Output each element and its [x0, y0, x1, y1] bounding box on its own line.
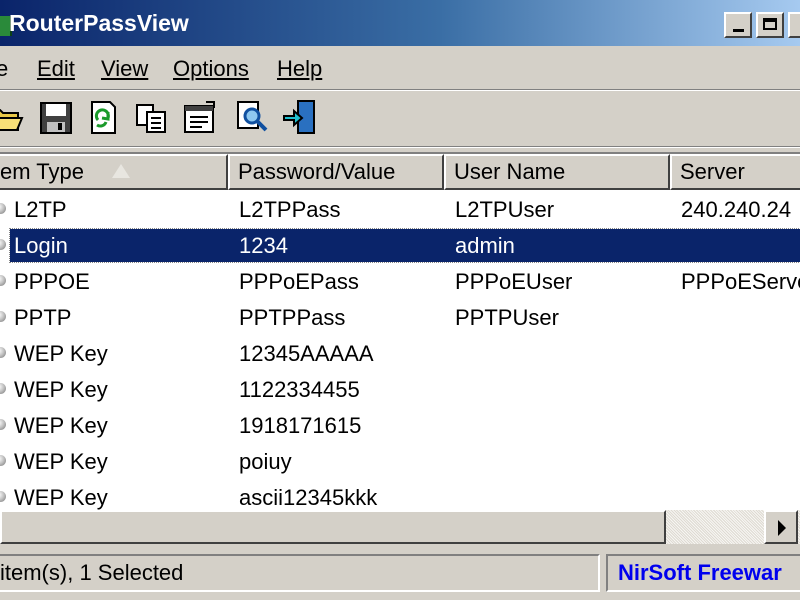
sort-ascending-icon — [112, 164, 130, 178]
item-icon — [0, 419, 6, 430]
table-row[interactable]: WEP Key 1122334455 — [0, 372, 800, 408]
nirsoft-link[interactable]: NirSoft Freewar — [606, 554, 800, 592]
cell-user-name: PPTPUser — [455, 305, 559, 330]
toolbar — [0, 94, 800, 144]
properties-icon — [184, 101, 215, 133]
cell-server: PPPoEServe — [681, 269, 800, 294]
cell-item-type: WEP Key — [14, 413, 108, 438]
column-header-label: User Name — [454, 159, 566, 184]
cell-password: PPTPPass — [239, 305, 346, 330]
menu-help[interactable]: Help — [277, 56, 322, 82]
item-icon — [0, 347, 6, 358]
cell-item-type: Login — [14, 233, 68, 258]
minimize-icon — [733, 29, 744, 32]
menu-options[interactable]: Options — [173, 56, 249, 82]
column-header-password[interactable]: Password/Value — [228, 154, 444, 190]
cell-item-type: PPTP — [14, 305, 72, 330]
scrollbar-thumb[interactable] — [0, 510, 666, 544]
window-title: RouterPassView — [9, 10, 189, 36]
find-icon — [237, 101, 268, 132]
arrow-right-icon — [778, 520, 786, 536]
close-button[interactable] — [788, 12, 800, 38]
cell-item-type: WEP Key — [14, 377, 108, 402]
item-icon — [0, 383, 6, 394]
table-row[interactable]: WEP Key 1918171615 — [0, 408, 800, 444]
refresh-icon — [91, 101, 116, 134]
cell-password: PPPoEPass — [239, 269, 359, 294]
column-header-label: Server — [680, 159, 745, 184]
status-item-count: item(s), 1 Selected — [0, 554, 600, 592]
item-icon — [0, 491, 6, 502]
cell-password: poiuy — [239, 449, 292, 474]
column-header-server[interactable]: Server — [670, 154, 800, 190]
exit-button[interactable] — [282, 98, 318, 136]
maximize-button[interactable] — [756, 12, 784, 38]
open-folder-icon — [0, 109, 24, 131]
menu-options-label: Options — [173, 56, 249, 81]
menu-view-label: View — [101, 56, 149, 81]
table-row[interactable]: WEP Key poiuy — [0, 444, 800, 480]
cell-user-name: admin — [455, 233, 515, 258]
results-list[interactable]: em Type Password/Value User Name Server … — [0, 152, 800, 544]
column-header-label: Password/Value — [238, 159, 396, 184]
save-button[interactable] — [38, 98, 74, 136]
menu-view[interactable]: View — [101, 56, 148, 82]
exit-icon — [283, 100, 315, 134]
table-row[interactable]: WEP Key 12345AAAAA — [0, 336, 800, 372]
cell-item-type: L2TP — [14, 197, 67, 222]
cell-user-name: L2TPUser — [455, 197, 555, 222]
column-header-label: em Type — [0, 159, 84, 184]
cell-item-type: PPPOE — [14, 269, 90, 294]
cell-password: 1918171615 — [239, 413, 362, 438]
menu-file[interactable]: e — [0, 56, 8, 82]
cell-item-type: WEP Key — [14, 485, 108, 510]
table-row-selected[interactable]: Login 1234 admin — [0, 228, 800, 264]
refresh-button[interactable] — [84, 98, 120, 136]
horizontal-scrollbar[interactable] — [0, 510, 800, 544]
item-icon — [0, 275, 6, 286]
item-icon — [0, 455, 6, 466]
maximize-icon — [763, 18, 777, 30]
menu-toolbar-divider — [0, 89, 800, 91]
selection-highlight — [9, 228, 800, 263]
cell-server: 240.240.24 — [681, 197, 792, 222]
cell-password: ascii12345kkk — [239, 485, 378, 510]
menu-help-label: Help — [277, 56, 323, 81]
column-header-user-name[interactable]: User Name — [444, 154, 670, 190]
find-button[interactable] — [234, 98, 270, 136]
copy-icon — [136, 104, 166, 133]
status-bar: item(s), 1 Selected NirSoft Freewar — [0, 550, 800, 600]
properties-button[interactable] — [182, 98, 218, 136]
menu-bar: e Edit View Options Help — [0, 48, 800, 88]
table-row[interactable]: L2TP L2TPPass L2TPUser 240.240.24 — [0, 192, 800, 228]
copy-button[interactable] — [133, 98, 169, 136]
cell-password: 12345AAAAA — [239, 341, 374, 366]
cell-item-type: WEP Key — [14, 449, 108, 474]
cell-item-type: WEP Key — [14, 341, 108, 366]
cell-password: 1234 — [239, 233, 288, 258]
item-icon — [0, 311, 6, 322]
item-icon — [0, 239, 6, 250]
menu-edit-label: Edit — [37, 56, 75, 81]
item-icon — [0, 203, 6, 214]
minimize-button[interactable] — [724, 12, 752, 38]
title-bar[interactable]: RouterPassView — [0, 0, 800, 46]
cell-user-name: PPPoEUser — [455, 269, 573, 294]
list-header: em Type Password/Value User Name Server — [0, 154, 800, 190]
table-row[interactable]: PPPOE PPPoEPass PPPoEUser PPPoEServe — [0, 264, 800, 300]
scroll-right-button[interactable] — [764, 510, 798, 544]
open-button[interactable] — [0, 98, 24, 136]
column-header-item-type[interactable]: em Type — [0, 154, 228, 190]
cell-password: L2TPPass — [239, 197, 341, 222]
toolbar-divider — [0, 146, 800, 148]
save-icon — [40, 102, 72, 134]
table-row[interactable]: PPTP PPTPPass PPTPUser — [0, 300, 800, 336]
cell-password: 1122334455 — [239, 377, 360, 402]
menu-edit[interactable]: Edit — [37, 56, 75, 82]
